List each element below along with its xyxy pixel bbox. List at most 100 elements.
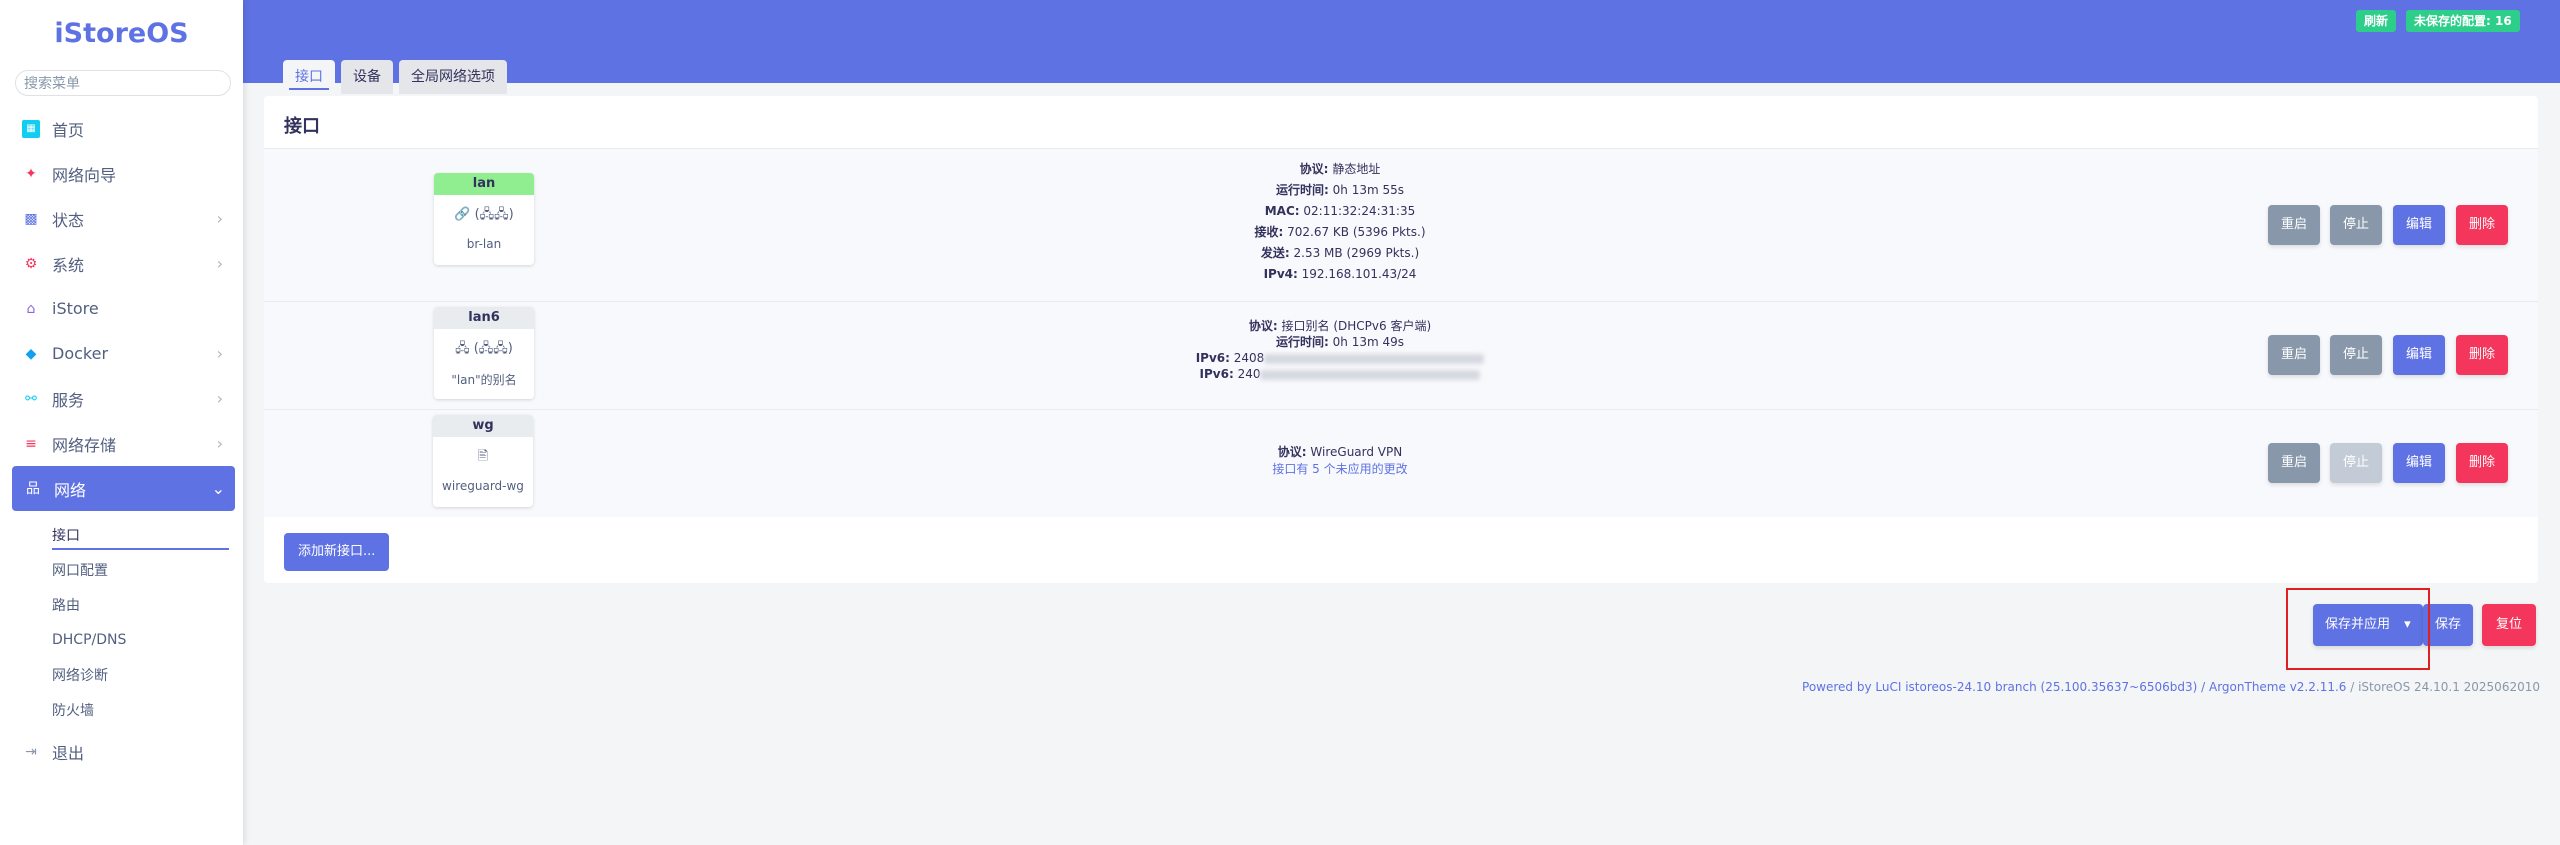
- sidebar: iStoreOS 搜索菜单 ▦ 首页 ✦ 网络向导 ▩ 状态 › ⚙ 系统 › …: [0, 0, 243, 845]
- highlight-box: [2286, 588, 2430, 670]
- chevron-right-icon: ›: [216, 389, 223, 408]
- sidebar-item-system[interactable]: ⚙ 系统 ›: [0, 241, 243, 286]
- interface-badge-wg[interactable]: wg 🖹 wireguard-wg: [433, 415, 533, 507]
- interface-badge-lan6[interactable]: lan6 🖧 (🖧🖧) "lan"的别名: [434, 307, 534, 399]
- chevron-right-icon: ›: [216, 434, 223, 453]
- interface-device: wireguard-wg: [442, 479, 524, 493]
- chevron-down-icon: ⌄: [211, 479, 225, 498]
- sidebar-item-label: Docker: [52, 344, 109, 363]
- redacted-value: [1264, 353, 1485, 364]
- sidebar-item-label: 服务: [52, 390, 85, 410]
- subnav-firewall[interactable]: 防火墙: [0, 692, 243, 727]
- refresh-button[interactable]: 刷新: [2356, 10, 2397, 32]
- gear-icon: ⚙: [24, 255, 38, 272]
- home-icon: ▦: [22, 119, 40, 138]
- chevron-right-icon: ›: [216, 344, 223, 363]
- reset-button[interactable]: 复位: [2482, 604, 2537, 646]
- stop-button[interactable]: 停止: [2330, 443, 2383, 483]
- sidebar-item-wizard[interactable]: ✦ 网络向导: [0, 151, 243, 196]
- sidebar-item-status[interactable]: ▩ 状态 ›: [0, 196, 243, 241]
- sidebar-item-network[interactable]: 品 网络 ⌄: [12, 466, 235, 511]
- storage-icon: ≡: [25, 435, 37, 452]
- port-icons: 🔗 (🖧🖧): [454, 207, 514, 222]
- footer-version: iStoreOS 24.10.1 2025062010: [2358, 680, 2540, 694]
- info-value: WireGuard VPN: [1310, 445, 1403, 459]
- store-icon: ⌂: [26, 300, 36, 317]
- sidebar-item-services[interactable]: ⚯ 服务 ›: [0, 376, 243, 421]
- interface-device: "lan"的别名: [451, 373, 517, 387]
- interface-name: lan6: [434, 307, 534, 329]
- add-interface-button[interactable]: 添加新接口...: [284, 533, 390, 571]
- port-icons: 🖧 (🖧🖧): [455, 341, 513, 356]
- info-key: 协议:: [1277, 445, 1307, 459]
- interface-row-wg: wg 🖹 wireguard-wg 协议: WireGuard VPN 接口有 …: [264, 409, 2538, 517]
- header-bar: 刷新 未保存的配置: 16: [243, 0, 2560, 83]
- info-key: 协议:: [1248, 319, 1278, 333]
- subnav-interfaces[interactable]: 接口: [0, 517, 243, 552]
- dashboard-icon: ▩: [24, 210, 38, 227]
- save-button[interactable]: 保存: [2423, 604, 2474, 646]
- search-menu-input[interactable]: 搜索菜单: [15, 70, 231, 96]
- chevron-right-icon: ›: [216, 254, 223, 273]
- sidebar-item-logout[interactable]: ⇥ 退出: [0, 729, 243, 774]
- delete-button[interactable]: 删除: [2456, 205, 2509, 245]
- info-key: IPv6:: [1195, 351, 1230, 365]
- interface-info-lan6: 协议: 接口别名 (DHCPv6 客户端) 运行时间: 0h 13m 49s I…: [784, 318, 1896, 382]
- info-key: 接收:: [1254, 225, 1284, 239]
- tab-interfaces[interactable]: 接口: [283, 60, 335, 94]
- info-value: 接口别名 (DHCPv6 客户端): [1281, 319, 1432, 333]
- footer-link[interactable]: Powered by LuCI istoreos-24.10 branch (2…: [1802, 680, 2346, 694]
- interface-name: lan: [434, 173, 534, 195]
- delete-button[interactable]: 删除: [2456, 335, 2509, 375]
- info-value: 702.67 KB (5396 Pkts.): [1287, 225, 1426, 239]
- interface-name: wg: [433, 415, 533, 437]
- info-value: 192.168.101.43/24: [1301, 267, 1417, 281]
- info-key: 运行时间:: [1276, 335, 1329, 349]
- info-value: 0h 13m 49s: [1332, 335, 1404, 349]
- restart-button[interactable]: 重启: [2268, 205, 2321, 245]
- info-value: 240: [1237, 367, 1261, 381]
- edit-button[interactable]: 编辑: [2393, 335, 2446, 375]
- port-icons: 🖹: [477, 449, 489, 464]
- edit-button[interactable]: 编辑: [2393, 443, 2446, 483]
- sidebar-item-label: 网络向导: [52, 165, 117, 185]
- unsaved-changes-badge[interactable]: 未保存的配置: 16: [2406, 10, 2520, 32]
- sidebar-item-label: 状态: [52, 210, 85, 230]
- info-value: 2.53 MB (2969 Pkts.): [1293, 246, 1420, 260]
- delete-button[interactable]: 删除: [2456, 443, 2509, 483]
- subnav-routes[interactable]: 路由: [0, 587, 243, 622]
- info-value: 静态地址: [1332, 162, 1381, 176]
- docker-icon: ◆: [25, 345, 37, 362]
- restart-button[interactable]: 重启: [2268, 443, 2321, 483]
- info-key: IPv6:: [1199, 367, 1234, 381]
- restart-button[interactable]: 重启: [2268, 335, 2321, 375]
- interface-badge-lan[interactable]: lan 🔗 (🖧🖧) br-lan: [434, 173, 534, 265]
- sidebar-item-label: 网络: [54, 480, 87, 500]
- pending-changes-note[interactable]: 接口有 5 个未应用的更改: [784, 461, 1896, 478]
- sidebar-item-label: 退出: [52, 743, 85, 763]
- footer-separator: /: [2346, 680, 2359, 694]
- subnav-diagnostics[interactable]: 网络诊断: [0, 657, 243, 692]
- network-icon: 品: [26, 480, 40, 497]
- sidebar-item-label: 系统: [52, 255, 85, 275]
- stop-button[interactable]: 停止: [2330, 205, 2383, 245]
- redacted-value: [1260, 369, 1481, 380]
- chevron-right-icon: ›: [216, 209, 223, 228]
- card-title: 接口: [284, 116, 320, 137]
- tab-global-options[interactable]: 全局网络选项: [399, 60, 507, 94]
- tab-devices[interactable]: 设备: [341, 60, 393, 94]
- stop-button[interactable]: 停止: [2330, 335, 2383, 375]
- subnav-dhcp-dns[interactable]: DHCP/DNS: [0, 622, 243, 657]
- sidebar-item-storage[interactable]: ≡ 网络存储 ›: [0, 421, 243, 466]
- sidebar-item-istore[interactable]: ⌂ iStore: [0, 286, 243, 331]
- interface-row-lan6: lan6 🖧 (🖧🖧) "lan"的别名 协议: 接口别名 (DHCPv6 客户…: [264, 301, 2538, 409]
- sidebar-item-docker[interactable]: ◆ Docker ›: [0, 331, 243, 376]
- info-key: IPv4:: [1263, 267, 1298, 281]
- info-key: MAC:: [1264, 204, 1300, 218]
- app-logo[interactable]: iStoreOS: [0, 18, 243, 54]
- subnav-port-config[interactable]: 网口配置: [0, 552, 243, 587]
- sidebar-item-home[interactable]: ▦ 首页: [0, 106, 243, 151]
- info-key: 运行时间:: [1276, 183, 1329, 197]
- edit-button[interactable]: 编辑: [2393, 205, 2446, 245]
- info-value: 02:11:32:24:31:35: [1303, 204, 1416, 218]
